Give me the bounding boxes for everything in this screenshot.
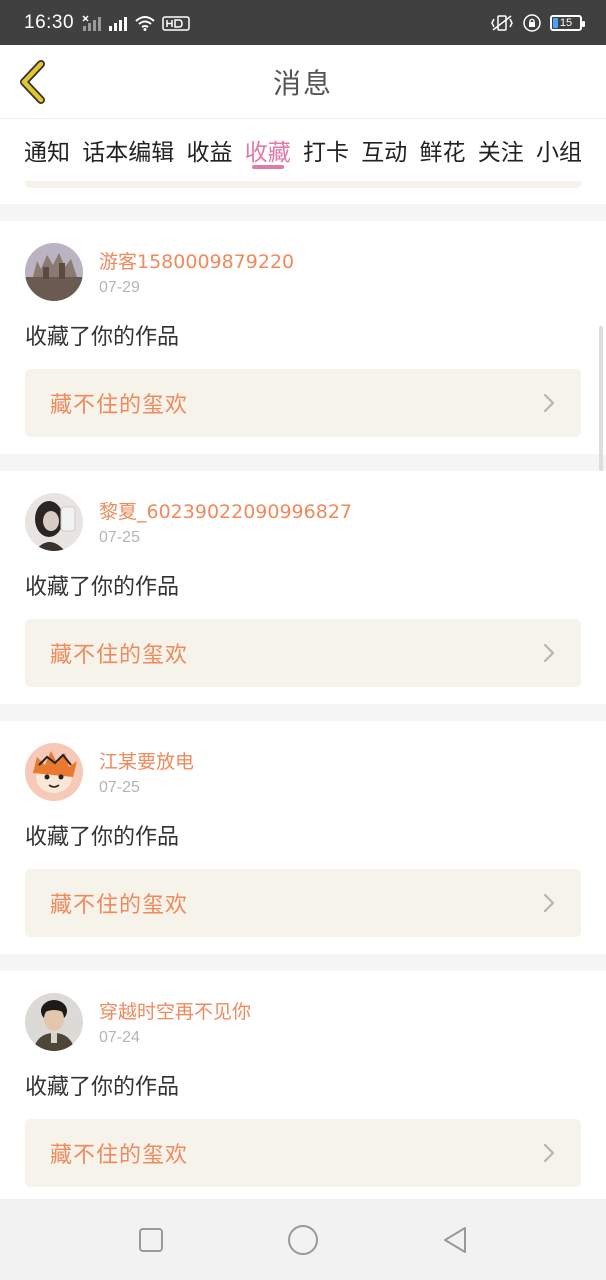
signal-icon (82, 14, 102, 31)
chevron-right-icon (543, 393, 555, 413)
tab-script-edit[interactable]: 话本编辑 (82, 119, 174, 181)
work-title: 藏不住的玺欢 (50, 1143, 189, 1168)
avatar[interactable] (25, 493, 83, 551)
battery-fill (553, 17, 558, 28)
page-title: 消息 (272, 66, 333, 100)
partial-list-item (0, 181, 606, 204)
work-link[interactable]: 藏不住的玺欢 (25, 369, 581, 437)
tab-group[interactable]: 小组 (536, 119, 582, 181)
list-item: 游客1580009879220 07-29 收藏了你的作品 藏不住的玺欢 (0, 221, 606, 454)
message-tabs: 通知 话本编辑 收益 收藏 打卡 互动 鲜花 关注 小组 (0, 119, 606, 181)
tab-notification[interactable]: 通知 (24, 119, 70, 181)
avatar[interactable] (25, 243, 83, 301)
tab-checkin[interactable]: 打卡 (303, 119, 349, 181)
work-link[interactable]: 藏不住的玺欢 (25, 619, 581, 687)
user-row: 游客1580009879220 07-29 (25, 243, 581, 303)
back-nav-button[interactable] (439, 1224, 471, 1256)
tab-interaction[interactable]: 互动 (361, 119, 407, 181)
username[interactable]: 游客1580009879220 (99, 251, 294, 273)
list-item: 黎夏_60239022090996827 07-25 收藏了你的作品 藏不住的玺… (0, 471, 606, 704)
triangle-back-icon (444, 1226, 466, 1253)
scrollbar[interactable] (599, 326, 603, 471)
action-text: 收藏了你的作品 (25, 325, 180, 350)
divider (0, 454, 606, 471)
action-text: 收藏了你的作品 (25, 1075, 180, 1100)
wifi-icon (135, 15, 155, 31)
divider (0, 954, 606, 971)
user-info: 黎夏_60239022090996827 07-25 (99, 493, 352, 547)
message-date: 07-24 (99, 1029, 140, 1046)
user-row: 黎夏_60239022090996827 07-25 (25, 493, 581, 553)
user-info: 江某要放电 07-25 (99, 743, 194, 797)
chevron-right-icon (543, 1143, 555, 1163)
battery-level: 15 (559, 16, 573, 29)
divider (0, 704, 606, 721)
system-nav-bar (0, 1199, 606, 1280)
avatar[interactable] (25, 993, 83, 1051)
chevron-right-icon (543, 893, 555, 913)
partial-work-link (25, 181, 581, 188)
recents-button[interactable] (135, 1224, 167, 1256)
avatar[interactable] (25, 743, 83, 801)
user-info: 穿越时空再不见你 07-24 (99, 993, 251, 1047)
tab-follow[interactable]: 关注 (478, 119, 524, 181)
work-title: 藏不住的玺欢 (50, 893, 189, 918)
header: 消息 (0, 45, 606, 119)
message-date: 07-29 (99, 279, 140, 296)
action-text: 收藏了你的作品 (25, 575, 180, 600)
user-info: 游客1580009879220 07-29 (99, 243, 294, 297)
battery-icon: 15 (550, 14, 585, 31)
tab-favorites[interactable]: 收藏 (245, 119, 291, 181)
status-left-icons (82, 14, 190, 31)
circle-home-icon (288, 1224, 318, 1255)
divider (0, 204, 606, 221)
home-button[interactable] (287, 1224, 319, 1256)
work-title: 藏不住的玺欢 (50, 643, 189, 668)
work-link[interactable]: 藏不住的玺欢 (25, 869, 581, 937)
message-date: 07-25 (99, 529, 140, 546)
user-row: 穿越时空再不见你 07-24 (25, 993, 581, 1053)
user-row: 江某要放电 07-25 (25, 743, 581, 803)
vibrate-icon (491, 14, 513, 31)
message-date: 07-25 (99, 779, 140, 796)
status-bar: 16:30 15 (0, 0, 606, 45)
tab-earnings[interactable]: 收益 (187, 119, 233, 181)
work-link[interactable]: 藏不住的玺欢 (25, 1119, 581, 1187)
square-recents-icon (139, 1227, 163, 1252)
status-time: 16:30 (24, 11, 75, 33)
username[interactable]: 黎夏_60239022090996827 (99, 501, 352, 523)
username[interactable]: 穿越时空再不见你 (99, 1001, 251, 1023)
message-list[interactable]: 游客1580009879220 07-29 收藏了你的作品 藏不住的玺欢 黎夏_… (0, 181, 606, 1199)
action-text: 收藏了你的作品 (25, 825, 180, 850)
username[interactable]: 江某要放电 (99, 751, 194, 773)
signal-4g-icon (109, 16, 128, 31)
chevron-left-icon (20, 60, 45, 104)
tab-flowers[interactable]: 鲜花 (420, 119, 466, 181)
status-right: 15 (490, 13, 585, 33)
list-item: 穿越时空再不见你 07-24 收藏了你的作品 藏不住的玺欢 (0, 971, 606, 1199)
hd-icon (162, 15, 190, 31)
lock-rotation-icon (523, 13, 541, 32)
back-button[interactable] (14, 59, 50, 105)
list-item: 江某要放电 07-25 收藏了你的作品 藏不住的玺欢 (0, 721, 606, 954)
chevron-right-icon (543, 643, 555, 663)
work-title: 藏不住的玺欢 (50, 393, 189, 418)
